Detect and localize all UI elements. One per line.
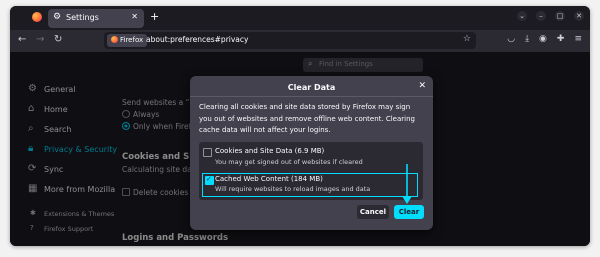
window-controls: ⌄ – □ ✕ [517, 11, 584, 21]
new-tab-icon[interactable]: + [150, 10, 159, 23]
identity-box[interactable]: Firefox [107, 34, 148, 47]
url-bar[interactable]: Firefox about:preferences#privacy ☆ [104, 32, 476, 49]
reload-icon[interactable]: ↻ [54, 34, 62, 45]
tab-strip: ⚙ Settings ✕ + ⌄ – □ ✕ [10, 6, 590, 30]
option-sub: Will require websites to reload images a… [215, 185, 371, 193]
tab-title: Settings [66, 13, 99, 22]
checkbox-icon[interactable] [203, 148, 212, 157]
downloads-icon[interactable]: ⤓ [525, 34, 529, 44]
menu-icon[interactable]: ≡ [574, 34, 582, 44]
checkbox-checked-icon[interactable] [205, 175, 214, 185]
maximize-icon[interactable]: □ [555, 11, 565, 21]
account-icon[interactable]: ◉ [539, 34, 547, 44]
forward-icon[interactable]: → [36, 34, 44, 45]
browser-window: ⚙ Settings ✕ + ⌄ – □ ✕ ← → ↻ Firefox abo… [10, 6, 590, 246]
star-icon[interactable]: ☆ [463, 34, 471, 44]
chevron-down-icon[interactable]: ⌄ [517, 11, 527, 21]
minimize-icon[interactable]: – [536, 11, 546, 21]
extensions-icon[interactable]: ✚ [557, 34, 565, 44]
toolbar-icons: ◡ ⤓ ◉ ✚ ≡ [507, 34, 582, 44]
url-text[interactable]: about:preferences#privacy [146, 35, 248, 44]
option-label: Cached Web Content (184 MB) [215, 175, 323, 183]
identity-label: Firefox [120, 36, 144, 44]
option-cache[interactable]: Cached Web Content (184 MB) Will require… [202, 173, 418, 197]
back-icon[interactable]: ← [18, 34, 26, 45]
arrow-down-icon [402, 164, 412, 204]
clear-data-dialog: Clear Data ✕ Clearing all cookies and si… [190, 76, 433, 230]
firefox-icon [111, 36, 118, 43]
close-icon[interactable]: ✕ [418, 81, 426, 91]
option-sub: You may get signed out of websites if cl… [215, 158, 363, 166]
close-tab-icon[interactable]: ✕ [131, 12, 138, 21]
option-label: Cookies and Site Data (6.9 MB) [215, 147, 325, 155]
close-window-icon[interactable]: ✕ [574, 11, 584, 21]
tab-settings[interactable]: ⚙ Settings ✕ [48, 9, 144, 28]
option-cookies[interactable]: Cookies and Site Data (6.9 MB) You may g… [203, 147, 417, 167]
options-box: Cookies and Site Data (6.9 MB) You may g… [199, 142, 423, 200]
dialog-description: Clearing all cookies and site data store… [199, 103, 415, 134]
firefox-logo-icon[interactable] [32, 12, 42, 22]
divider [190, 96, 433, 97]
clear-button[interactable]: Clear [394, 205, 424, 219]
gear-icon: ⚙ [53, 12, 62, 22]
pocket-icon[interactable]: ◡ [507, 34, 515, 44]
cancel-button[interactable]: Cancel [357, 205, 389, 219]
navigation-bar: ← → ↻ Firefox about:preferences#privacy … [10, 30, 590, 52]
dialog-title: Clear Data [287, 83, 336, 92]
